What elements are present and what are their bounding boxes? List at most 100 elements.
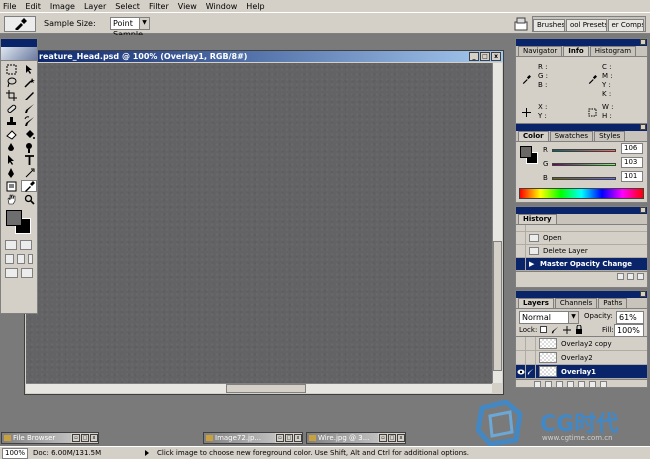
menu-help[interactable]: Help: [246, 2, 264, 11]
new-document-icon[interactable]: [617, 273, 624, 280]
color-spectrum-bar[interactable]: [519, 188, 644, 199]
maximize-button[interactable]: □: [81, 434, 89, 442]
green-slider[interactable]: [552, 162, 616, 166]
image-canvas[interactable]: [26, 63, 492, 383]
eyedropper-tool[interactable]: [21, 180, 37, 192]
layer-row-selected[interactable]: Overlay1: [516, 365, 647, 379]
dodge-tool[interactable]: [21, 141, 37, 153]
green-value[interactable]: 103: [621, 157, 643, 168]
new-layer-icon[interactable]: [589, 381, 596, 388]
close-button[interactable]: x: [90, 434, 98, 442]
minimized-image-window[interactable]: Image72.jp... ▫ □ x: [203, 432, 303, 444]
history-brush-tool[interactable]: [21, 115, 37, 127]
layer-row[interactable]: Overlay2 copy: [516, 337, 647, 351]
lock-icon[interactable]: [575, 325, 583, 334]
blur-tool[interactable]: [3, 141, 19, 153]
history-item[interactable]: Delete Layer: [516, 245, 647, 258]
horizontal-scrollbar[interactable]: [26, 383, 492, 393]
toolbox-title-bar[interactable]: [1, 39, 37, 47]
menu-window[interactable]: Window: [206, 2, 238, 11]
link-toggle[interactable]: [526, 337, 536, 350]
menu-view[interactable]: View: [178, 2, 197, 11]
document-title-bar[interactable]: reature_Head.psd @ 100% (Overlay1, RGB/8…: [25, 51, 503, 62]
close-icon[interactable]: [640, 207, 646, 213]
link-toggle[interactable]: [526, 365, 536, 378]
visibility-toggle[interactable]: [516, 365, 526, 378]
well-tab-tool-presets[interactable]: ool Presets: [565, 19, 607, 31]
layer-style-icon[interactable]: [545, 381, 552, 388]
tab-channels[interactable]: Channels: [554, 298, 598, 308]
vertical-scrollbar[interactable]: [492, 63, 502, 383]
panel-title-bar[interactable]: [516, 124, 647, 131]
well-tab-layer-comps[interactable]: er Comps: [607, 19, 645, 31]
new-group-icon[interactable]: [578, 381, 585, 388]
pen-tool[interactable]: [3, 167, 19, 179]
minimized-wire-window[interactable]: Wire.jpg @ 3... ▫ □ x: [306, 432, 406, 444]
trash-icon[interactable]: [600, 381, 607, 388]
menu-select[interactable]: Select: [115, 2, 140, 11]
close-button[interactable]: x: [294, 434, 302, 442]
slice-tool[interactable]: [21, 89, 37, 101]
full-screen-menu-button[interactable]: [16, 254, 26, 264]
brush-tool[interactable]: [21, 102, 37, 114]
tab-color[interactable]: Color: [518, 131, 549, 141]
eraser-tool[interactable]: [3, 128, 19, 140]
scroll-thumb[interactable]: [226, 384, 306, 393]
maximize-button[interactable]: □: [388, 434, 396, 442]
zoom-field[interactable]: 100%: [2, 447, 28, 459]
fill-field[interactable]: 100%: [614, 324, 644, 337]
clone-stamp-tool[interactable]: [3, 115, 19, 127]
layer-row[interactable]: Overlay2: [516, 351, 647, 365]
close-icon[interactable]: [640, 291, 646, 297]
restore-button[interactable]: ▫: [379, 434, 387, 442]
status-menu-arrow-icon[interactable]: [145, 450, 149, 456]
tab-info[interactable]: Info: [563, 46, 589, 56]
tab-styles[interactable]: Styles: [594, 131, 626, 141]
blue-value[interactable]: 101: [621, 171, 643, 182]
restore-button[interactable]: ▫: [72, 434, 80, 442]
link-toggle[interactable]: [526, 351, 536, 364]
maximize-button[interactable]: □: [480, 52, 490, 61]
jump-to-imageready-button[interactable]: [5, 268, 19, 278]
close-icon[interactable]: [640, 39, 646, 45]
zoom-tool[interactable]: [21, 193, 37, 205]
minimized-file-browser[interactable]: File Browser ▫ □ x: [1, 432, 99, 444]
panel-title-bar[interactable]: [516, 207, 647, 214]
visibility-toggle[interactable]: [516, 337, 526, 350]
visibility-toggle[interactable]: [516, 351, 526, 364]
tab-paths[interactable]: Paths: [598, 298, 628, 308]
hand-tool[interactable]: [3, 193, 19, 205]
standard-screen-button[interactable]: [5, 254, 14, 264]
menu-filter[interactable]: Filter: [149, 2, 169, 11]
notes-tool[interactable]: [3, 180, 19, 192]
tab-navigator[interactable]: Navigator: [518, 46, 563, 56]
magic-wand-tool[interactable]: [21, 76, 37, 88]
lock-transparency-checkbox[interactable]: [540, 326, 547, 333]
tool-preset-picker[interactable]: [4, 16, 36, 32]
foreground-color-swatch[interactable]: [6, 210, 22, 226]
adjustment-layer-icon[interactable]: [567, 381, 574, 388]
close-button[interactable]: x: [397, 434, 405, 442]
lasso-tool[interactable]: [3, 76, 19, 88]
shape-tool[interactable]: [21, 167, 37, 179]
tab-layers[interactable]: Layers: [518, 298, 554, 308]
tab-history[interactable]: History: [518, 214, 557, 224]
sample-size-select[interactable]: Point Sample ▼: [110, 17, 150, 39]
panel-title-bar[interactable]: [516, 291, 647, 298]
red-value[interactable]: 106: [621, 143, 643, 154]
menu-edit[interactable]: Edit: [25, 2, 41, 11]
marquee-tool[interactable]: [3, 63, 19, 75]
panel-foreground-swatch[interactable]: [520, 146, 532, 158]
menu-file[interactable]: File: [3, 2, 16, 11]
blue-slider[interactable]: [552, 176, 616, 180]
quick-mask-mode-button[interactable]: [20, 240, 32, 250]
history-item-selected[interactable]: ▶ Master Opacity Change: [516, 258, 647, 271]
crop-tool[interactable]: [3, 89, 19, 101]
scroll-thumb[interactable]: [493, 241, 502, 371]
paint-bucket-tool[interactable]: [21, 128, 37, 140]
minimize-button[interactable]: _: [469, 52, 479, 61]
history-item[interactable]: Open: [516, 232, 647, 245]
close-button[interactable]: x: [491, 52, 501, 61]
full-screen-button[interactable]: [28, 254, 34, 264]
standard-mode-button[interactable]: [5, 240, 17, 250]
